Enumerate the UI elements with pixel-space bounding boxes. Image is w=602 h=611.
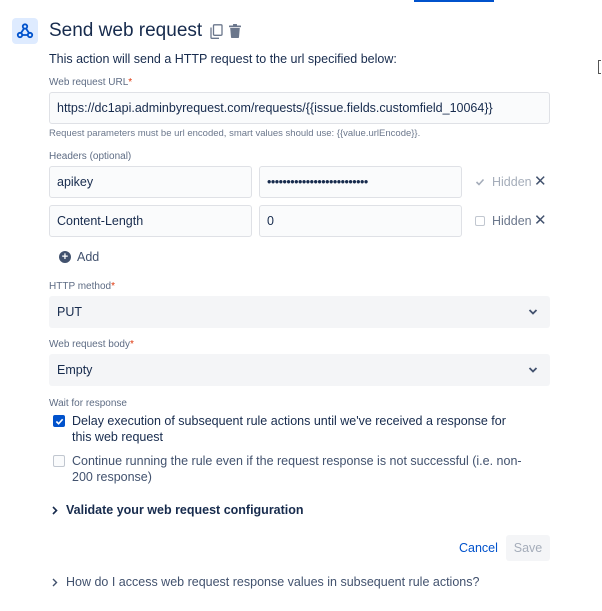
faq-expander[interactable]: How do I access web request response val… xyxy=(52,575,479,589)
header-value-input[interactable]: •••••••••••••••••••••••••• xyxy=(259,166,462,198)
remove-header-button[interactable]: ✕ xyxy=(534,213,547,228)
trash-icon[interactable] xyxy=(229,24,242,38)
hidden-checkbox[interactable]: Hidden xyxy=(475,175,532,189)
save-button[interactable]: Save xyxy=(506,535,550,561)
add-header-button[interactable]: + Add xyxy=(59,250,99,264)
chevron-right-icon xyxy=(52,578,58,587)
continue-checkbox[interactable]: Continue running the rule even if the re… xyxy=(53,453,523,485)
page-title: Send web request xyxy=(49,20,203,41)
request-body-select[interactable]: Empty xyxy=(49,354,550,386)
active-tab-indicator xyxy=(414,0,494,2)
cancel-button[interactable]: Cancel xyxy=(459,541,498,555)
validate-expander[interactable]: Validate your web request configuration xyxy=(52,503,304,517)
body-label: Web request body* xyxy=(49,339,134,350)
http-method-select[interactable]: PUT xyxy=(49,296,550,328)
hidden-checkbox[interactable]: Hidden xyxy=(475,214,532,228)
wait-label: Wait for response xyxy=(49,398,127,409)
method-label: HTTP method* xyxy=(49,281,115,292)
checkbox-checked xyxy=(53,415,65,427)
copy-icon[interactable] xyxy=(210,23,223,39)
chevron-down-icon xyxy=(528,367,538,374)
action-description: This action will send a HTTP request to … xyxy=(49,52,397,66)
url-input[interactable]: https://dc1api.adminbyrequest.com/reques… xyxy=(49,92,550,124)
checkbox-box xyxy=(475,216,485,226)
bracket-mark xyxy=(598,60,601,74)
header-name-input[interactable]: apikey xyxy=(49,166,252,198)
plus-icon: + xyxy=(59,251,71,263)
checkbox-unchecked xyxy=(53,455,65,467)
webhook-icon xyxy=(12,18,38,44)
url-help-text: Request parameters must be url encoded, … xyxy=(49,128,421,139)
header-value-input[interactable]: 0 xyxy=(259,205,462,237)
chevron-right-icon xyxy=(52,505,58,515)
check-icon xyxy=(475,177,485,187)
action-header: Send web request xyxy=(12,17,242,45)
chevron-down-icon xyxy=(528,309,538,316)
url-label: Web request URL* xyxy=(49,77,133,88)
headers-label: Headers (optional) xyxy=(49,151,132,162)
delay-checkbox[interactable]: Delay execution of subsequent rule actio… xyxy=(53,413,523,445)
remove-header-button[interactable]: ✕ xyxy=(534,174,547,189)
header-name-input[interactable]: Content-Length xyxy=(49,205,252,237)
